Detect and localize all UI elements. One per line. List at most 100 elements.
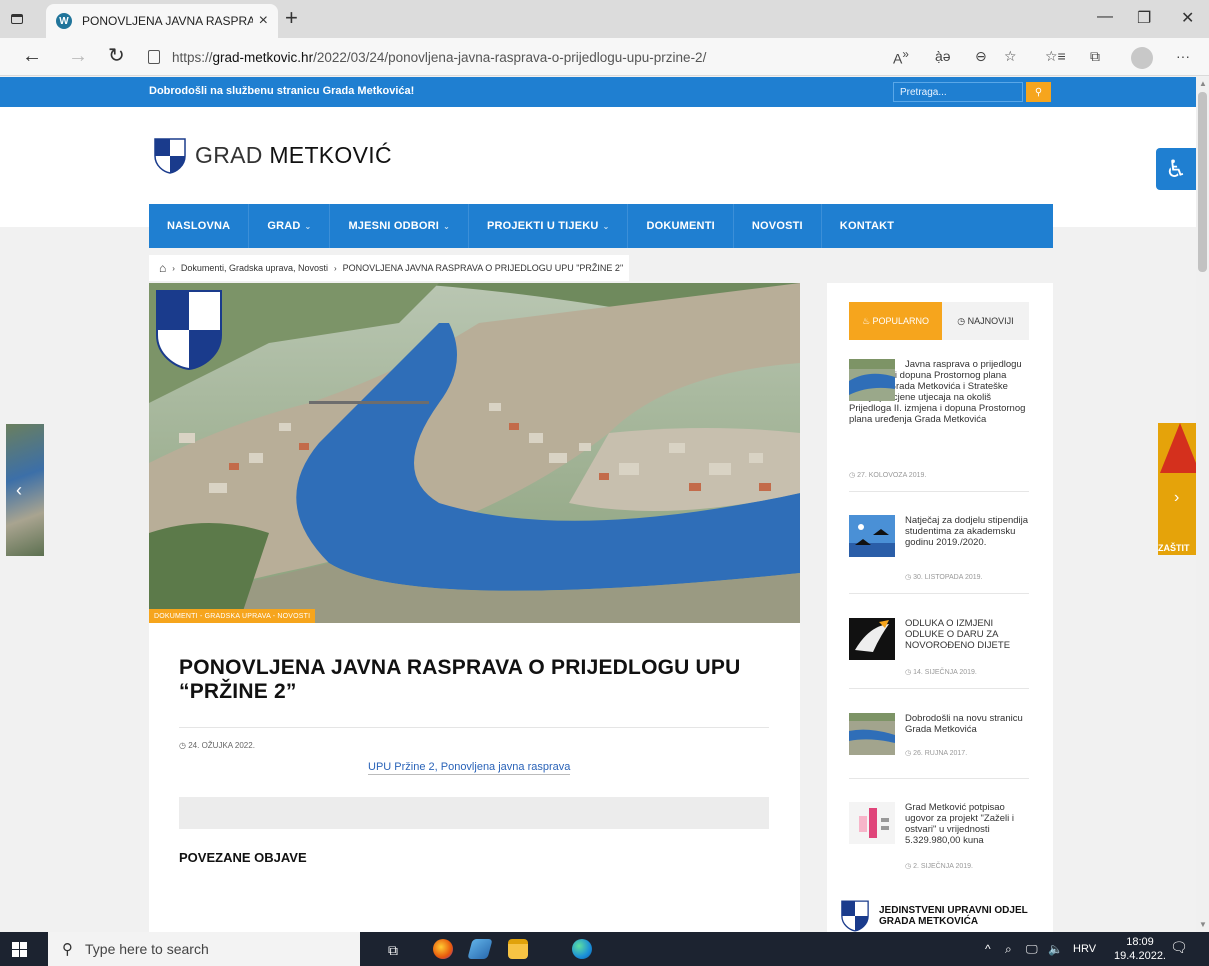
browser-tab[interactable]: W PONOVLJENA JAVNA RASPRAVA × — [46, 4, 278, 38]
network-icon[interactable]: 🖵 — [1026, 942, 1038, 957]
browser-tab-bar: W PONOVLJENA JAVNA RASPRAVA × + — ❐ ✕ — [0, 0, 1209, 38]
breadcrumb-current: PONOVLJENA JAVNA RASPRAVA O PRIJEDLOGU U… — [342, 263, 624, 273]
chevron-up-icon[interactable]: ^ — [985, 942, 991, 956]
clock-icon: ◷ — [179, 741, 186, 750]
page-viewport: Dobrodošli na službenu stranicu Grada Me… — [0, 77, 1196, 932]
more-menu-icon[interactable]: ··· — [1176, 48, 1190, 64]
category-badge[interactable]: DOKUMENTI - GRADSKA UPRAVA - NOVOSTI — [149, 609, 316, 623]
prev-post-thumbnail[interactable]: ‹ — [6, 424, 44, 556]
city-shield-logo-icon — [841, 900, 869, 932]
forward-arrow-icon[interactable]: → — [68, 45, 88, 67]
tab-close-icon[interactable]: × — [259, 12, 268, 30]
close-window-button[interactable]: ✕ — [1181, 8, 1194, 28]
scroll-up-icon[interactable]: ▲ — [1199, 79, 1207, 88]
article-tags-link[interactable]: UPU Pržine 2, Ponovljena javna rasprava — [368, 761, 571, 775]
clock-icon: ◷ — [905, 669, 912, 676]
url-field[interactable]: https://grad-metkovic.hr/2022/03/24/pono… — [142, 43, 882, 71]
nav-item-kontakt[interactable]: KONTAKT — [822, 204, 912, 248]
home-icon[interactable]: ⌂ — [159, 261, 166, 275]
refresh-icon[interactable]: ↻ — [108, 45, 125, 67]
collections-icon[interactable]: ⧉ — [1090, 48, 1100, 65]
system-clock[interactable]: 18:09 19.4.2022. — [1114, 935, 1166, 963]
page-scrollbar[interactable]: ▲ ▼ — [1196, 77, 1209, 932]
breadcrumb: ⌂ › Dokumenti, Gradska uprava, Novosti ›… — [149, 255, 630, 281]
site-name[interactable]: GRAD METKOVIĆ — [195, 142, 392, 169]
edge-browser-icon[interactable] — [572, 939, 592, 959]
notifications-icon[interactable]: 🗨 — [1170, 939, 1190, 959]
taskbar-search[interactable]: ⚲ Type here to search — [48, 932, 360, 966]
zoom-icon[interactable]: ⊖ — [975, 48, 987, 65]
back-arrow-icon[interactable]: ← — [22, 45, 42, 67]
clock-icon: ◷ — [905, 750, 912, 757]
share-bar-placeholder — [179, 797, 769, 829]
chevron-left-icon: ‹ — [16, 480, 22, 500]
chevron-down-icon: ⌄ — [602, 221, 610, 231]
firefox-icon[interactable] — [433, 939, 453, 959]
nav-item-novosti[interactable]: NOVOSTI — [734, 204, 822, 248]
site-search-input[interactable] — [893, 82, 1023, 102]
sidebar-post[interactable]: Grad Metković potpisao ugovor za projekt… — [849, 802, 1029, 870]
nav-item-naslovna[interactable]: NASLOVNA — [149, 204, 250, 248]
url-text: https://grad-metkovic.hr/2022/03/24/pono… — [172, 49, 707, 65]
tab-actions-icon[interactable] — [8, 10, 26, 28]
language-indicator[interactable]: HRV — [1073, 943, 1096, 955]
sidebar-post[interactable]: Javna rasprava o prijedlogu II. izmjena … — [849, 359, 1029, 479]
scroll-thumb[interactable] — [1198, 92, 1207, 272]
chevron-right-icon: › — [334, 263, 337, 273]
post-divider — [849, 593, 1029, 594]
search-icon: ⚲ — [62, 941, 73, 958]
clock-icon: ◷ — [905, 863, 912, 870]
windows-taskbar: ⚲ Type here to search ⧉ ^ ⌕ 🖵 🔈 HRV 18:0… — [0, 932, 1209, 966]
article: DOKUMENTI - GRADSKA UPRAVA - NOVOSTI PON… — [149, 283, 800, 932]
file-explorer-icon[interactable] — [508, 939, 528, 959]
clock-icon: ◷ — [957, 315, 966, 326]
sidebar-post[interactable]: Dobrodošli na novu stranicu Grada Metkov… — [849, 713, 1029, 757]
add-favorite-icon[interactable]: ☆ — [1004, 48, 1017, 65]
minimize-button[interactable]: — — [1097, 8, 1113, 26]
clock-icon: ◷ — [905, 574, 912, 581]
juo-widget[interactable]: JEDINSTVENI UPRAVNI ODJEL GRADA METKOVIĆ… — [841, 900, 1028, 932]
nav-item-projekti[interactable]: PROJEKTI U TIJEKU ⌄ — [469, 204, 629, 248]
sidebar-post[interactable]: ODLUKA O IZMJENI ODLUKE O DARU ZA NOVORO… — [849, 618, 1029, 676]
nav-item-grad[interactable]: GRAD ⌄ — [249, 204, 331, 248]
site-info-icon[interactable] — [148, 50, 160, 64]
post-thumbnail — [849, 802, 895, 844]
sidebar-post[interactable]: Natječaj za dodjelu stipendija studentim… — [849, 515, 1029, 581]
flame-icon: ♨ — [861, 315, 871, 326]
profile-avatar[interactable] — [1131, 47, 1153, 69]
title-divider — [179, 727, 769, 728]
post-thumbnail — [849, 515, 895, 557]
nav-item-dokumenti[interactable]: DOKUMENTI — [628, 204, 734, 248]
main-navigation: NASLOVNA GRAD ⌄ MJESNI ODBORI ⌄ PROJEKTI U… — [149, 204, 1053, 248]
tab-popular[interactable]: ♨ POPULARNO — [849, 302, 942, 340]
favorites-icon[interactable]: ☆≡ — [1045, 48, 1066, 65]
read-aloud-icon[interactable]: A» — [893, 48, 909, 67]
site-search-button[interactable]: ⚲ — [1026, 82, 1051, 102]
post-thumbnail — [849, 618, 895, 660]
meet-now-icon[interactable]: ⌕ — [1005, 942, 1012, 957]
notes-app-icon[interactable] — [467, 939, 493, 959]
wheelchair-icon: ♿ — [1165, 155, 1187, 183]
windows-start-icon[interactable] — [12, 942, 27, 957]
scroll-down-icon[interactable]: ▼ — [1199, 920, 1207, 929]
post-divider — [849, 688, 1029, 689]
accessibility-button[interactable]: ♿ — [1156, 148, 1196, 190]
volume-icon[interactable]: 🔈 — [1048, 942, 1063, 956]
restore-button[interactable]: ❐ — [1137, 8, 1151, 28]
next-post-label: ZAŠTIT — [1158, 543, 1190, 553]
breadcrumb-categories[interactable]: Dokumenti, Gradska uprava, Novosti — [181, 263, 328, 273]
clock-icon: ◷ — [849, 472, 856, 479]
next-post-thumbnail[interactable]: › ZAŠTIT — [1158, 423, 1196, 555]
sidebar: ♨ POPULARNO ◷ NAJNOVIJI Javna rasprava o… — [827, 283, 1053, 932]
post-divider — [849, 778, 1029, 779]
city-shield-logo-icon[interactable] — [154, 138, 186, 174]
chevron-down-icon: ⌄ — [304, 221, 312, 231]
tab-newest[interactable]: ◷ NAJNOVIJI — [942, 302, 1029, 340]
nav-item-mjesni-odbori[interactable]: MJESNI ODBORI ⌄ — [330, 204, 469, 248]
chevron-right-icon: › — [172, 263, 175, 273]
article-date: ◷ 24. OŽUJKA 2022. — [179, 741, 255, 750]
new-tab-button[interactable]: + — [285, 6, 298, 30]
translate-icon[interactable]: ạ̀ə — [935, 48, 951, 64]
top-info-strip: Dobrodošli na službenu stranicu Grada Me… — [0, 77, 1196, 107]
task-view-icon[interactable]: ⧉ — [388, 942, 398, 959]
